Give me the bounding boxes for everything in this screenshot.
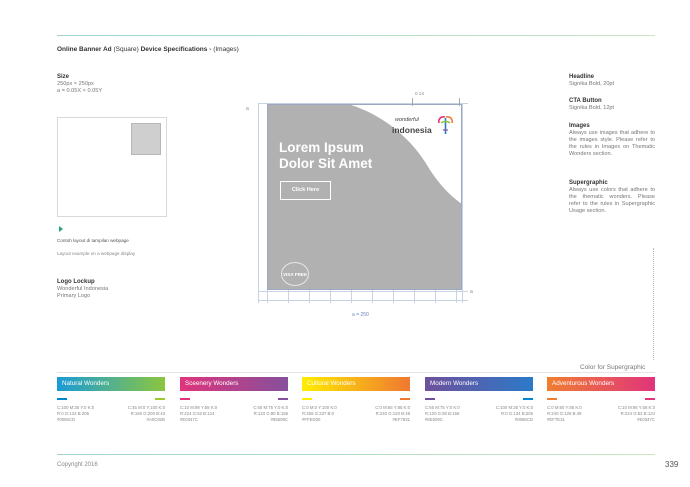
swatch-sceenery-wonders: Sceenery Wonders — [180, 377, 288, 391]
color-code-secondary: C:10 M:98 Y:58 K:0 R:224 G:52 B:124 #E03… — [617, 405, 655, 422]
images-spec-text: Always use images that adhere to the ima… — [569, 130, 655, 157]
swatch-cultural-wonders: Cultural Wonders — [302, 377, 410, 391]
layout-caption-id: Contoh layout di tampilan webpage — [57, 238, 129, 243]
color-code-primary: C:65 M:75 Y:0 K:0 R:120 G:80 B:156 #6E50… — [425, 405, 460, 422]
color-chip — [180, 398, 190, 400]
color-code-primary: C:0 M:0 Y:100 K:0 R:255 G:237 B:0 #FFED0… — [302, 405, 337, 422]
right-dotted-guide — [653, 248, 654, 360]
size-label: Size — [57, 74, 70, 80]
headline-spec-label: Headline — [569, 74, 595, 80]
top-divider — [57, 35, 655, 36]
color-code-secondary: C:60 M:75 Y:0 K:0 R:133 G:80 B:156 #8550… — [253, 405, 288, 422]
color-code-primary: C:100 M:35 Y:0 K:0 R:0 G:134 B:205 #0086… — [57, 405, 95, 422]
color-code-secondary: C:100 M:35 Y:0 K:0 R:0 G:134 B:205 #0086… — [495, 405, 533, 422]
banner-headline: Lorem Ipsum Dolor Sit Amet — [279, 140, 373, 171]
color-chip — [57, 398, 67, 400]
dimension-a-label: a — [246, 106, 249, 112]
logo-wordmark-small: wonderful — [395, 117, 419, 123]
swatch-modern-wonders: Modern Wonders — [425, 377, 533, 391]
headline-spec-value: Signika Bold, 20pt — [569, 81, 615, 87]
color-chip — [302, 398, 312, 400]
color-chip — [523, 398, 533, 400]
images-spec-label: Images — [569, 123, 590, 129]
bullet-arrow-icon — [59, 226, 63, 232]
bottom-divider — [57, 454, 655, 455]
color-code-secondary: C:45 M:0 Y:100 K:0 R:160 G:200 B:43 #A0C… — [127, 405, 165, 422]
logo-lockup-line2: Primary Logo — [57, 293, 91, 299]
supergraphic-spec-label: Supergraphic — [569, 180, 608, 186]
layout-caption-en: Layout example on a webpage display — [57, 251, 136, 256]
logo-lockup-label: Logo Lockup — [57, 279, 95, 285]
logo-wordmark: indonesia — [392, 125, 432, 135]
color-code-secondary: C:0 M:65 Y:85 K:0 R:240 G:120 B:49 #EF78… — [375, 405, 410, 422]
cta-button[interactable]: Click Here — [280, 181, 331, 200]
swatch-adventurous-wonders: Adventurous Wonders — [547, 377, 655, 391]
color-chip — [155, 398, 165, 400]
dimension-top-label: 0.1X — [415, 91, 425, 96]
supergraphic-spec-text: Always use colors that adhere to the the… — [569, 187, 655, 214]
color-section-title: Color for Supergraphic — [580, 364, 646, 371]
page-title: Online Banner Ad (Square) Device Specifi… — [57, 46, 239, 53]
dimension-a-label-bottom: a — [470, 289, 473, 295]
wonderful-indonesia-logo-icon — [438, 116, 453, 134]
color-section-divider — [57, 372, 655, 373]
color-code-primary: C:0 M:60 Y:85 K:0 R:240 G:126 B:49 #EF7E… — [547, 405, 582, 422]
color-chip — [645, 398, 655, 400]
layout-example-banner — [131, 123, 161, 155]
size-value: 250px × 250px — [57, 81, 94, 87]
visa-free-stamp: VISA FREE — [281, 262, 309, 286]
color-chip — [278, 398, 288, 400]
size-formula: a = 0.05X × 0.05Y — [57, 88, 103, 94]
swatch-natural-wonders: Natural Wonders — [57, 377, 165, 391]
color-chip — [400, 398, 410, 400]
color-chip — [425, 398, 435, 400]
dimension-width-label: a = 250 — [352, 312, 369, 318]
page-number: 339 — [665, 460, 679, 469]
color-chip — [547, 398, 557, 400]
logo-lockup-line1: Wonderful Indonesia — [57, 286, 109, 292]
copyright: Copyright 2016 — [57, 462, 98, 468]
cta-spec-value: Signika Bold, 12pt — [569, 105, 615, 111]
cta-spec-label: CTA Button — [569, 98, 602, 104]
color-code-primary: C:10 M:98 Y:58 K:0 R:224 G:52 B:124 #E03… — [180, 405, 218, 422]
dimension-top-marker — [412, 98, 460, 106]
